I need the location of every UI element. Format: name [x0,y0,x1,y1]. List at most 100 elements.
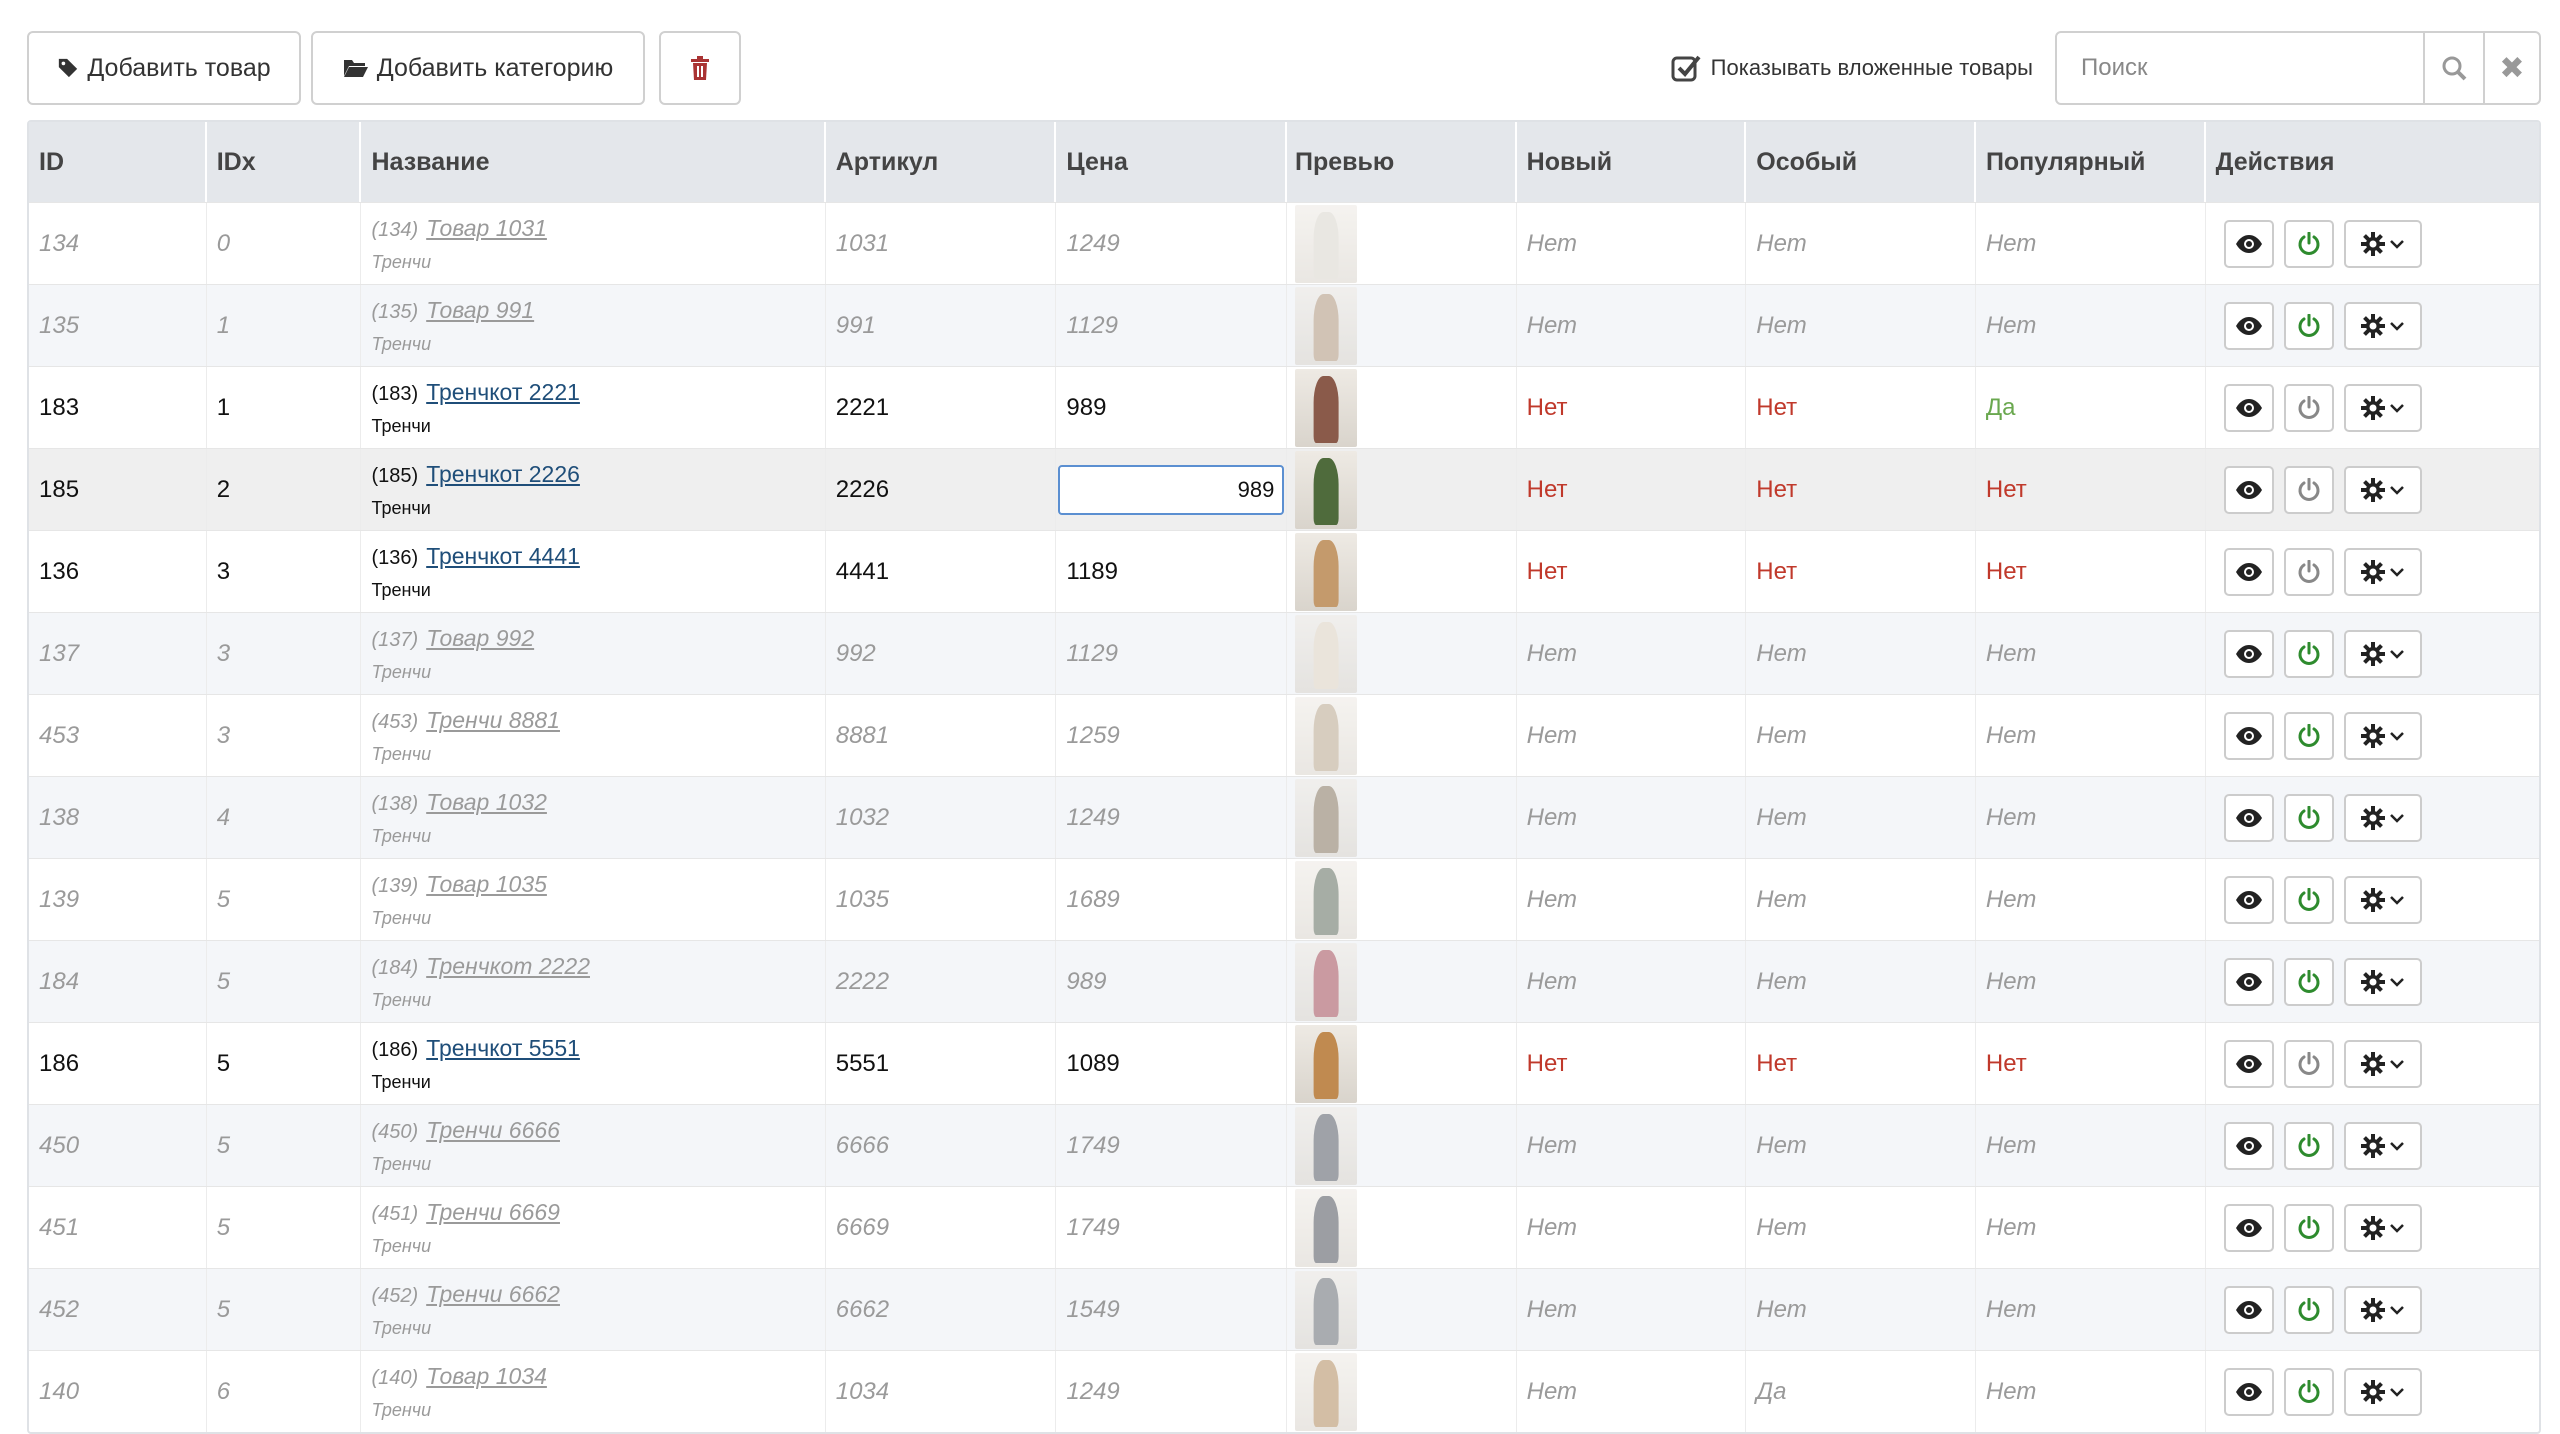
new-flag[interactable]: Нет [1527,1378,1577,1406]
product-thumbnail[interactable] [1295,778,1358,857]
idx-cell[interactable]: 5 [207,1269,362,1350]
toggle-active-button[interactable] [2283,793,2334,842]
toggle-active-button[interactable] [2283,957,2334,1006]
product-name-link[interactable]: Товар 1034 [426,1363,547,1390]
view-button[interactable] [2223,711,2274,760]
checkbox-checked-icon[interactable] [1671,53,1701,83]
popular-flag[interactable]: Нет [1986,476,2027,504]
settings-dropdown-button[interactable] [2343,1203,2422,1252]
special-flag[interactable]: Нет [1756,968,1806,996]
view-button[interactable] [2223,301,2274,350]
price-cell[interactable]: 1249 [1056,203,1288,284]
header-id[interactable]: ID [29,122,207,202]
clear-search-button[interactable]: ✖ [2483,33,2539,103]
view-button[interactable] [2223,629,2274,678]
new-flag[interactable]: Нет [1527,394,1568,422]
product-thumbnail[interactable] [1295,1024,1358,1103]
price-cell[interactable] [1056,449,1287,530]
settings-dropdown-button[interactable] [2343,1367,2422,1416]
product-name-link[interactable]: Тренчкот 2222 [426,953,590,980]
toggle-active-button[interactable] [2283,711,2334,760]
idx-cell[interactable]: 0 [207,203,362,284]
price-cell[interactable]: 1549 [1056,1269,1288,1350]
popular-flag[interactable]: Нет [1986,558,2027,586]
product-name-link[interactable]: Тренчи 8881 [426,707,560,734]
idx-cell[interactable]: 6 [207,1351,362,1432]
special-flag[interactable]: Нет [1756,1214,1806,1242]
settings-dropdown-button[interactable] [2343,301,2422,350]
special-flag[interactable]: Нет [1756,1050,1797,1078]
toggle-active-button[interactable] [2283,465,2334,514]
product-thumbnail[interactable] [1295,532,1358,611]
price-cell[interactable]: 989 [1056,941,1288,1022]
new-flag[interactable]: Нет [1527,476,1568,504]
price-cell[interactable]: 1249 [1056,1351,1288,1432]
popular-flag[interactable]: Нет [1986,1132,2036,1160]
sku-cell[interactable]: 2221 [826,367,1057,448]
toggle-active-button[interactable] [2283,301,2334,350]
sku-cell[interactable]: 2222 [826,941,1057,1022]
sku-cell[interactable]: 6662 [826,1269,1057,1350]
product-name-link[interactable]: Тренчи 6662 [426,1281,560,1308]
idx-cell[interactable]: 1 [207,285,362,366]
new-flag[interactable]: Нет [1527,558,1568,586]
sku-cell[interactable]: 991 [826,285,1057,366]
popular-flag[interactable]: Нет [1986,968,2036,996]
settings-dropdown-button[interactable] [2343,629,2422,678]
settings-dropdown-button[interactable] [2343,957,2422,1006]
toggle-active-button[interactable] [2283,1121,2334,1170]
popular-flag[interactable]: Нет [1986,1296,2036,1324]
new-flag[interactable]: Нет [1527,1296,1577,1324]
special-flag[interactable]: Да [1756,1378,1786,1406]
sku-cell[interactable]: 1034 [826,1351,1057,1432]
sku-cell[interactable]: 8881 [826,695,1057,776]
price-cell[interactable]: 1089 [1056,1023,1288,1104]
price-cell[interactable]: 1749 [1056,1187,1288,1268]
view-button[interactable] [2223,1203,2274,1252]
price-cell[interactable]: 1129 [1056,285,1288,366]
settings-dropdown-button[interactable] [2343,1121,2422,1170]
header-idx[interactable]: IDx [207,122,362,202]
new-flag[interactable]: Нет [1527,886,1577,914]
settings-dropdown-button[interactable] [2343,875,2422,924]
header-popular[interactable]: Популярный [1976,122,2206,202]
price-cell[interactable]: 1259 [1056,695,1288,776]
toggle-active-button[interactable] [2283,1039,2334,1088]
product-thumbnail[interactable] [1295,450,1357,529]
product-name-link[interactable]: Тренчи 6669 [426,1199,560,1226]
idx-cell[interactable]: 3 [207,531,362,612]
header-special[interactable]: Особый [1746,122,1976,202]
special-flag[interactable]: Нет [1756,886,1806,914]
search-button[interactable] [2423,33,2483,103]
toggle-active-button[interactable] [2283,629,2334,678]
product-thumbnail[interactable] [1295,204,1358,283]
product-thumbnail[interactable] [1295,1270,1358,1349]
sku-cell[interactable]: 6669 [826,1187,1057,1268]
idx-cell[interactable]: 3 [207,695,362,776]
view-button[interactable] [2223,875,2274,924]
product-name-link[interactable]: Тренчкот 5551 [426,1035,580,1062]
new-flag[interactable]: Нет [1527,640,1577,668]
add-product-button[interactable]: Добавить товар [27,31,301,105]
idx-cell[interactable]: 5 [207,1023,362,1104]
popular-flag[interactable]: Нет [1986,804,2036,832]
idx-cell[interactable]: 5 [207,859,362,940]
product-name-link[interactable]: Тренчи 6666 [426,1117,560,1144]
settings-dropdown-button[interactable] [2343,383,2422,432]
settings-dropdown-button[interactable] [2343,793,2422,842]
idx-cell[interactable]: 2 [207,449,362,530]
toggle-active-button[interactable] [2283,1367,2334,1416]
special-flag[interactable]: Нет [1756,1132,1806,1160]
idx-cell[interactable]: 4 [207,777,362,858]
sku-cell[interactable]: 1035 [826,859,1057,940]
new-flag[interactable]: Нет [1527,230,1577,258]
add-category-button[interactable]: Добавить категорию [311,31,645,105]
product-thumbnail[interactable] [1295,1106,1358,1185]
toggle-active-button[interactable] [2283,219,2334,268]
sku-cell[interactable]: 1031 [826,203,1057,284]
special-flag[interactable]: Нет [1756,804,1806,832]
product-name-link[interactable]: Тренчкот 2226 [426,461,580,488]
new-flag[interactable]: Нет [1527,1214,1577,1242]
toggle-active-button[interactable] [2283,875,2334,924]
popular-flag[interactable]: Да [1986,394,2016,422]
